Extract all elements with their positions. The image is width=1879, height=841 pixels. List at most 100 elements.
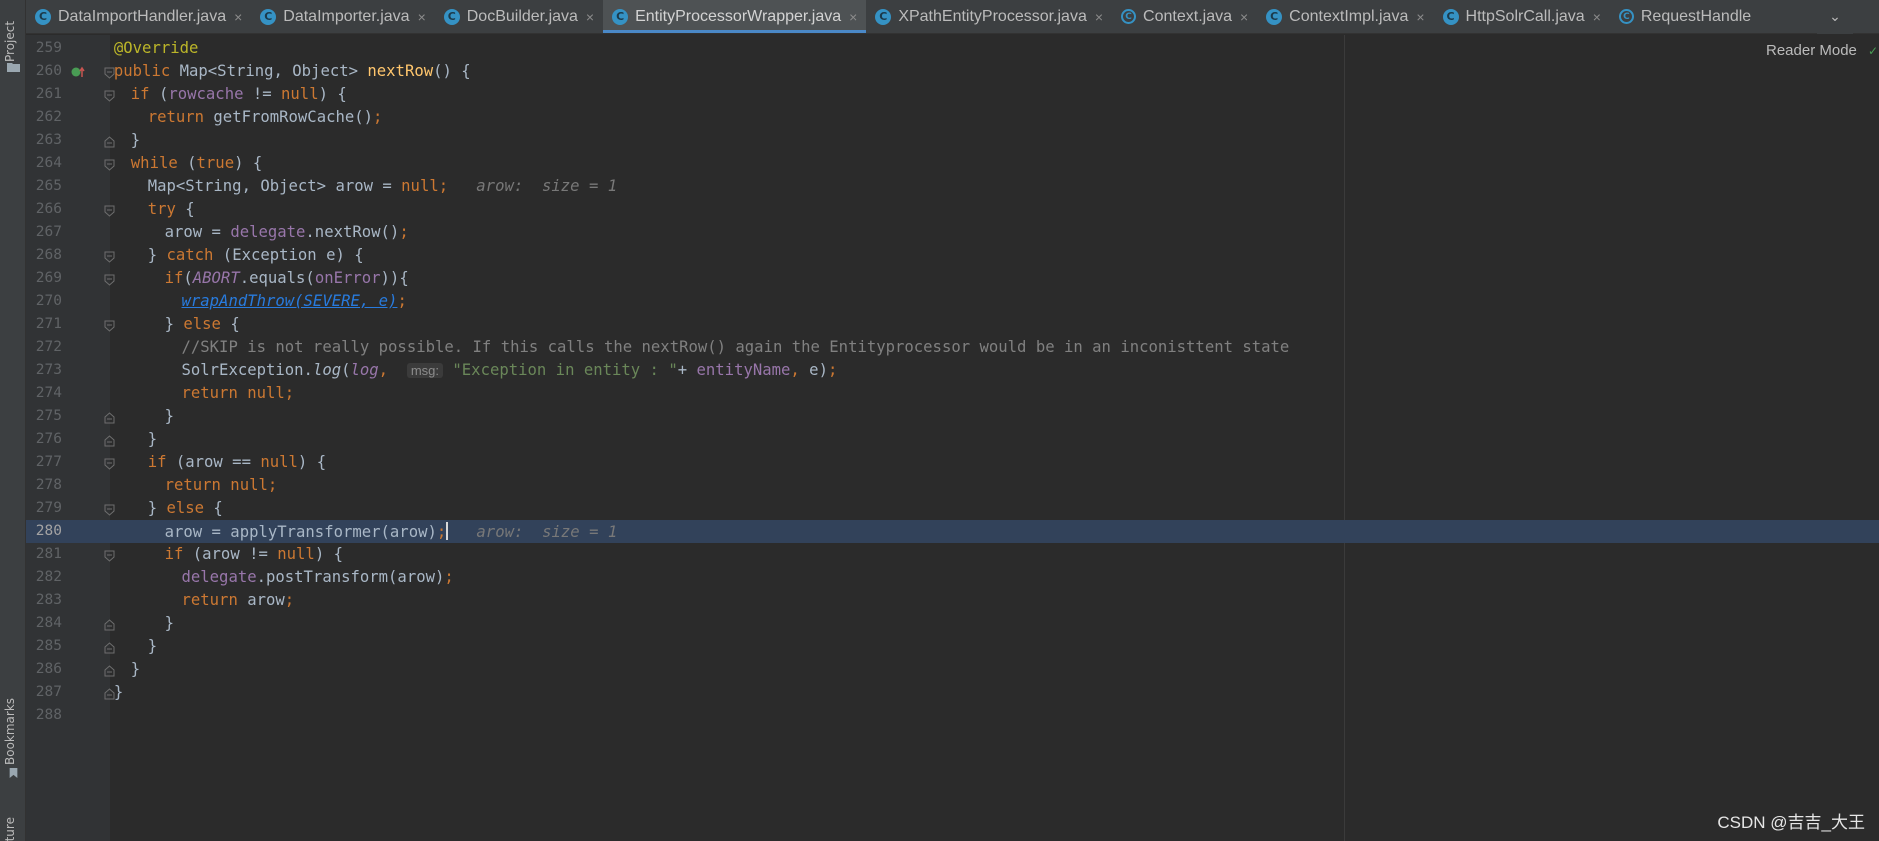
code-text[interactable]: try { <box>148 200 195 218</box>
code-text[interactable]: while (true) { <box>131 154 262 172</box>
line-number[interactable]: 284 <box>26 615 62 631</box>
close-tab-icon[interactable]: × <box>849 9 857 25</box>
code-text[interactable]: arow = delegate.nextRow(); <box>165 223 409 241</box>
fold-collapse-icon[interactable] <box>104 550 115 562</box>
code-text[interactable]: } else { <box>148 499 223 517</box>
close-tab-icon[interactable]: × <box>1593 9 1601 25</box>
code-line[interactable]: 263} <box>26 129 1879 152</box>
line-number[interactable]: 279 <box>26 500 62 516</box>
code-text[interactable]: } <box>165 407 174 425</box>
code-text[interactable]: arow = applyTransformer(arow); arow: siz… <box>165 522 617 541</box>
editor-tab[interactable]: C Context.java × <box>1112 0 1257 33</box>
code-text[interactable]: } catch (Exception e) { <box>148 246 364 264</box>
code-line[interactable]: 266 try { <box>26 198 1879 221</box>
line-number[interactable]: 273 <box>26 362 62 378</box>
code-text[interactable]: if (rowcache != null) { <box>131 85 347 103</box>
fold-collapse-icon[interactable] <box>104 458 115 470</box>
line-number[interactable]: 280 <box>26 523 62 539</box>
code-text[interactable]: if(ABORT.equals(onError)){ <box>165 269 409 287</box>
code-text[interactable]: if (arow == null) { <box>148 453 326 471</box>
line-number[interactable]: 260 <box>26 63 62 79</box>
code-line[interactable]: 265 Map<String, Object> arow = null; arow… <box>26 175 1879 198</box>
editor-tab[interactable]: C DocBuilder.java × <box>435 0 603 33</box>
line-number[interactable]: 286 <box>26 661 62 677</box>
line-number[interactable]: 262 <box>26 109 62 125</box>
fold-collapse-icon[interactable] <box>104 320 115 332</box>
fold-collapse-icon[interactable] <box>104 159 115 171</box>
line-number[interactable]: 275 <box>26 408 62 424</box>
override-marker-icon[interactable] <box>71 66 87 78</box>
code-line[interactable]: 259 @Override <box>26 37 1879 60</box>
code-line[interactable]: 288 <box>26 704 1879 727</box>
code-text[interactable]: wrapAndThrow(SEVERE, e); <box>182 292 407 310</box>
folder-icon[interactable] <box>7 62 20 72</box>
code-text[interactable]: @Override <box>114 39 199 57</box>
code-text[interactable]: if (arow != null) { <box>165 545 343 563</box>
close-tab-icon[interactable]: × <box>1416 9 1424 25</box>
line-number[interactable]: 277 <box>26 454 62 470</box>
line-number[interactable]: 287 <box>26 684 62 700</box>
close-tab-icon[interactable]: × <box>586 9 594 25</box>
code-line[interactable]: 260 public Map<String, Object> nextRow() … <box>26 60 1879 83</box>
line-number[interactable]: 285 <box>26 638 62 654</box>
line-number[interactable]: 271 <box>26 316 62 332</box>
code-line[interactable]: 271} else { <box>26 313 1879 336</box>
fold-collapse-icon[interactable] <box>104 274 115 286</box>
editor-tab[interactable]: C DataImporter.java × <box>251 0 434 33</box>
code-text[interactable]: Map<String, Object> arow = null; arow: s… <box>148 177 617 195</box>
line-number[interactable]: 288 <box>26 707 62 723</box>
line-number[interactable]: 268 <box>26 247 62 263</box>
line-number[interactable]: 272 <box>26 339 62 355</box>
line-number[interactable]: 264 <box>26 155 62 171</box>
code-text[interactable]: return arow; <box>182 591 295 609</box>
code-line[interactable]: 264 while (true) { <box>26 152 1879 175</box>
code-text[interactable]: return null; <box>165 476 278 494</box>
line-number[interactable]: 278 <box>26 477 62 493</box>
structure-tool-button[interactable]: cture <box>3 817 17 841</box>
line-number[interactable]: 265 <box>26 178 62 194</box>
fold-end-icon[interactable] <box>104 619 115 631</box>
code-text[interactable]: SolrException.log(log, msg: "Exception i… <box>182 361 838 379</box>
reader-mode-button[interactable]: Reader Mode <box>1766 42 1857 59</box>
code-line[interactable]: 282 delegate.postTransform(arow); <box>26 566 1879 589</box>
code-text[interactable]: } <box>165 614 174 632</box>
line-number[interactable]: 281 <box>26 546 62 562</box>
code-line[interactable]: 268 } catch (Exception e) { <box>26 244 1879 267</box>
tab-overflow-chevron-down-icon[interactable]: ⌄ <box>1817 0 1853 34</box>
fold-end-icon[interactable] <box>104 665 115 677</box>
code-text[interactable]: return getFromRowCache(); <box>148 108 383 126</box>
fold-end-icon[interactable] <box>104 435 115 447</box>
code-text[interactable]: public Map<String, Object> nextRow() { <box>114 62 471 80</box>
fold-end-icon[interactable] <box>104 412 115 424</box>
code-line[interactable]: 274 return null; <box>26 382 1879 405</box>
code-text[interactable]: } <box>131 660 140 678</box>
code-line[interactable]: 275} <box>26 405 1879 428</box>
line-number[interactable]: 266 <box>26 201 62 217</box>
bookmark-icon[interactable] <box>7 768 20 778</box>
code-line[interactable]: 276} <box>26 428 1879 451</box>
code-line[interactable]: 283 return arow; <box>26 589 1879 612</box>
code-text[interactable]: } <box>148 430 157 448</box>
editor-tab[interactable]: C EntityProcessorWrapper.java × <box>603 0 867 33</box>
line-number[interactable]: 270 <box>26 293 62 309</box>
code-text[interactable]: } <box>114 683 123 701</box>
code-line[interactable]: 284} <box>26 612 1879 635</box>
editor-tab[interactable]: C DataImportHandler.java × <box>26 0 251 33</box>
line-number[interactable]: 282 <box>26 569 62 585</box>
fold-collapse-icon[interactable] <box>104 205 115 217</box>
line-number[interactable]: 274 <box>26 385 62 401</box>
close-tab-icon[interactable]: × <box>1240 9 1248 25</box>
code-line[interactable]: 267 arow = delegate.nextRow(); <box>26 221 1879 244</box>
code-line[interactable]: 285} <box>26 635 1879 658</box>
code-line[interactable]: 272 //SKIP is not really possible. If thi… <box>26 336 1879 359</box>
code-line[interactable]: 280 arow = applyTransformer(arow); arow: … <box>26 520 1879 543</box>
code-line[interactable]: 287} <box>26 681 1879 704</box>
code-line[interactable]: 261 if (rowcache != null) { <box>26 83 1879 106</box>
close-tab-icon[interactable]: × <box>418 9 426 25</box>
code-line[interactable]: 273 SolrException.log(log, msg: "Exceptio… <box>26 359 1879 382</box>
editor-tab[interactable]: C HttpSolrCall.java × <box>1434 0 1610 33</box>
line-number[interactable]: 261 <box>26 86 62 102</box>
line-number[interactable]: 276 <box>26 431 62 447</box>
fold-collapse-icon[interactable] <box>104 90 115 102</box>
fold-end-icon[interactable] <box>104 136 115 148</box>
